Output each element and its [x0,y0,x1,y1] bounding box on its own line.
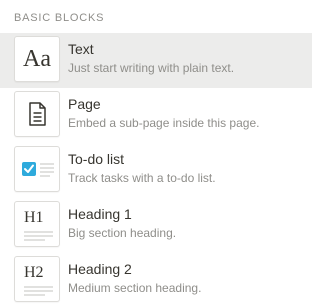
block-description: Medium section heading. [68,281,202,295]
block-item-todo-list[interactable]: To-do list Track tasks with a to-do list… [0,143,312,198]
page-document-icon [14,91,60,137]
block-description: Embed a sub-page inside this page. [68,116,260,130]
block-description: Big section heading. [68,226,177,240]
heading-2-icon: H2 [14,256,60,302]
section-header-basic-blocks: BASIC BLOCKS [14,12,105,24]
block-list: Aa Text Just start writing with plain te… [0,33,312,308]
block-title: Text [68,41,94,57]
block-item-heading-1[interactable]: H1 Heading 1 Big section heading. [0,198,312,253]
block-item-page[interactable]: Page Embed a sub-page inside this page. [0,88,312,143]
block-title: Page [68,96,101,112]
block-title: To-do list [68,151,125,167]
heading-1-icon: H1 [14,201,60,247]
block-title: Heading 2 [68,261,132,277]
text-aa-icon: Aa [14,36,60,82]
block-item-text[interactable]: Aa Text Just start writing with plain te… [0,33,312,88]
block-description: Just start writing with plain text. [68,61,235,75]
block-item-heading-2[interactable]: H2 Heading 2 Medium section heading. [0,253,312,308]
checkbox-list-icon [14,146,60,192]
block-description: Track tasks with a to-do list. [68,171,216,185]
block-title: Heading 1 [68,206,132,222]
block-menu: BASIC BLOCKS Aa Text Just start writing … [0,0,312,308]
